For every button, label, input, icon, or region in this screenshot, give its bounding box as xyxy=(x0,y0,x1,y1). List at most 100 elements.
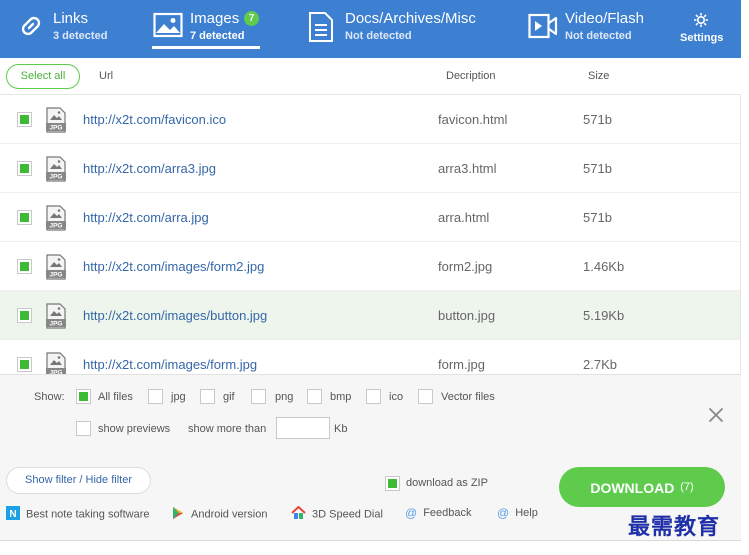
description-column-header[interactable]: Decription xyxy=(446,70,496,82)
footer-link-help[interactable]: @ Help xyxy=(497,506,538,524)
kb-unit-label: Kb xyxy=(334,423,348,435)
file-description: favicon.html xyxy=(438,112,508,127)
settings-label: Settings xyxy=(680,32,724,44)
file-url-link[interactable]: http://x2t.com/arra3.jpg xyxy=(83,161,216,176)
filter-all-files-checkbox[interactable] xyxy=(76,389,91,404)
filter-ico-label[interactable]: ico xyxy=(389,391,403,403)
close-filter-icon[interactable] xyxy=(706,405,726,425)
watermark-text: 最需教育 xyxy=(628,514,721,540)
tab-docs-title: Docs/Archives/Misc xyxy=(345,10,476,27)
url-column-header[interactable]: Url xyxy=(99,70,113,82)
tab-links[interactable]: Links 3 detected xyxy=(0,0,140,58)
file-size: 1.46Kb xyxy=(583,259,625,274)
active-tab-indicator xyxy=(152,46,260,49)
filter-png-checkbox[interactable] xyxy=(251,389,266,404)
download-count: (7) xyxy=(680,481,694,493)
filter-ico-checkbox[interactable] xyxy=(366,389,381,404)
tab-video[interactable]: Video/Flash Not detected xyxy=(520,0,660,58)
row-checkbox[interactable] xyxy=(17,259,32,274)
footer-link-note-software[interactable]: N Best note taking software xyxy=(6,506,150,524)
images-count-badge: 7 xyxy=(244,11,260,26)
row-checkbox[interactable] xyxy=(17,112,32,127)
row-checkbox[interactable] xyxy=(17,308,32,323)
footer-link-label: Android version xyxy=(191,508,268,521)
tab-video-count: Not detected xyxy=(565,30,632,42)
filter-gif-checkbox[interactable] xyxy=(200,389,215,404)
show-label: Show: xyxy=(34,391,65,403)
download-label: DOWNLOAD xyxy=(590,480,675,496)
video-icon xyxy=(528,13,558,44)
svg-text:JPG: JPG xyxy=(49,272,62,279)
file-url-link[interactable]: http://x2t.com/images/form2.jpg xyxy=(83,259,264,274)
filter-bmp-label[interactable]: bmp xyxy=(330,391,351,403)
jpg-file-icon: JPG xyxy=(44,352,68,374)
select-all-button[interactable]: Select all xyxy=(6,64,80,89)
file-list[interactable]: JPG http://x2t.com/favicon.ico favicon.h… xyxy=(0,95,741,374)
table-row[interactable]: JPG http://x2t.com/images/form.jpg form.… xyxy=(0,340,740,374)
type-tabs-header: Links 3 detected Images 7 7 detected Docs… xyxy=(0,0,741,58)
filter-png-label[interactable]: png xyxy=(275,391,293,403)
svg-text:JPG: JPG xyxy=(49,321,62,328)
filter-jpg-label[interactable]: jpg xyxy=(171,391,186,403)
table-row[interactable]: JPG http://x2t.com/arra.jpg arra.html 57… xyxy=(0,193,740,242)
file-url-link[interactable]: http://x2t.com/arra.jpg xyxy=(83,210,209,225)
row-checkbox[interactable] xyxy=(17,210,32,225)
min-size-input[interactable] xyxy=(276,417,330,439)
toggle-filter-button[interactable]: Show filter / Hide filter xyxy=(6,467,151,494)
size-column-header[interactable]: Size xyxy=(588,70,609,82)
tab-links-count: 3 detected xyxy=(53,30,108,42)
tab-images-label: Images xyxy=(190,10,240,27)
file-description: form.jpg xyxy=(438,357,485,372)
file-url-link[interactable]: http://x2t.com/favicon.ico xyxy=(83,112,226,127)
download-zip-label[interactable]: download as ZIP xyxy=(406,477,488,489)
tab-images-count: 7 detected xyxy=(190,30,245,42)
table-row[interactable]: JPG http://x2t.com/favicon.ico favicon.h… xyxy=(0,95,740,144)
footer-link-label: Feedback xyxy=(423,507,472,519)
tab-video-title: Video/Flash xyxy=(565,10,644,27)
document-icon xyxy=(308,11,334,48)
file-size: 571b xyxy=(583,161,612,176)
jpg-file-icon: JPG xyxy=(44,156,68,187)
jpg-file-icon: JPG xyxy=(44,205,68,236)
footer-link-speed-dial[interactable]: 3D Speed Dial xyxy=(291,505,383,524)
file-description: arra3.html xyxy=(438,161,497,176)
file-url-link[interactable]: http://x2t.com/images/button.jpg xyxy=(83,308,267,323)
show-previews-label[interactable]: show previews xyxy=(98,423,170,435)
download-zip-checkbox[interactable] xyxy=(385,476,400,491)
link-icon xyxy=(16,11,46,46)
footer-links: N Best note taking software Android versi… xyxy=(0,505,600,526)
table-row[interactable]: JPG http://x2t.com/images/button.jpg but… xyxy=(0,291,740,340)
table-row[interactable]: JPG http://x2t.com/arra3.jpg arra3.html … xyxy=(0,144,740,193)
show-previews-checkbox[interactable] xyxy=(76,421,91,436)
table-row[interactable]: JPG http://x2t.com/images/form2.jpg form… xyxy=(0,242,740,291)
filter-jpg-checkbox[interactable] xyxy=(148,389,163,404)
jpg-file-icon: JPG xyxy=(44,303,68,334)
row-checkbox[interactable] xyxy=(17,357,32,372)
settings-button[interactable]: Settings xyxy=(674,0,730,58)
file-url-link[interactable]: http://x2t.com/images/form.jpg xyxy=(83,357,257,372)
tab-docs[interactable]: Docs/Archives/Misc Not detected xyxy=(300,0,500,58)
tab-images-title: Images 7 xyxy=(190,10,260,27)
svg-text:JPG: JPG xyxy=(49,125,62,132)
footer-link-android[interactable]: Android version xyxy=(171,506,267,524)
download-button[interactable]: DOWNLOAD (7) xyxy=(559,467,725,507)
tab-links-title: Links xyxy=(53,10,89,27)
svg-text:JPG: JPG xyxy=(49,174,62,181)
filter-vector-files-label[interactable]: Vector files xyxy=(441,391,495,403)
row-checkbox[interactable] xyxy=(17,161,32,176)
svg-text:N: N xyxy=(9,509,16,520)
file-size: 2.7Kb xyxy=(583,357,617,372)
footer-link-label: 3D Speed Dial xyxy=(312,508,383,521)
tab-images[interactable]: Images 7 7 detected xyxy=(145,0,270,58)
jpg-file-icon: JPG xyxy=(44,107,68,138)
file-description: form2.jpg xyxy=(438,259,493,274)
filter-gif-label[interactable]: gif xyxy=(223,391,235,403)
footer-link-feedback[interactable]: @ Feedback xyxy=(405,506,472,524)
filter-all-files-label[interactable]: All files xyxy=(98,391,133,403)
footer-link-label: Help xyxy=(515,507,538,519)
jpg-file-icon: JPG xyxy=(44,254,68,285)
column-header: Select all Url Decription Size xyxy=(0,58,741,95)
filter-bmp-checkbox[interactable] xyxy=(307,389,322,404)
file-size: 571b xyxy=(583,210,612,225)
filter-vector-files-checkbox[interactable] xyxy=(418,389,433,404)
